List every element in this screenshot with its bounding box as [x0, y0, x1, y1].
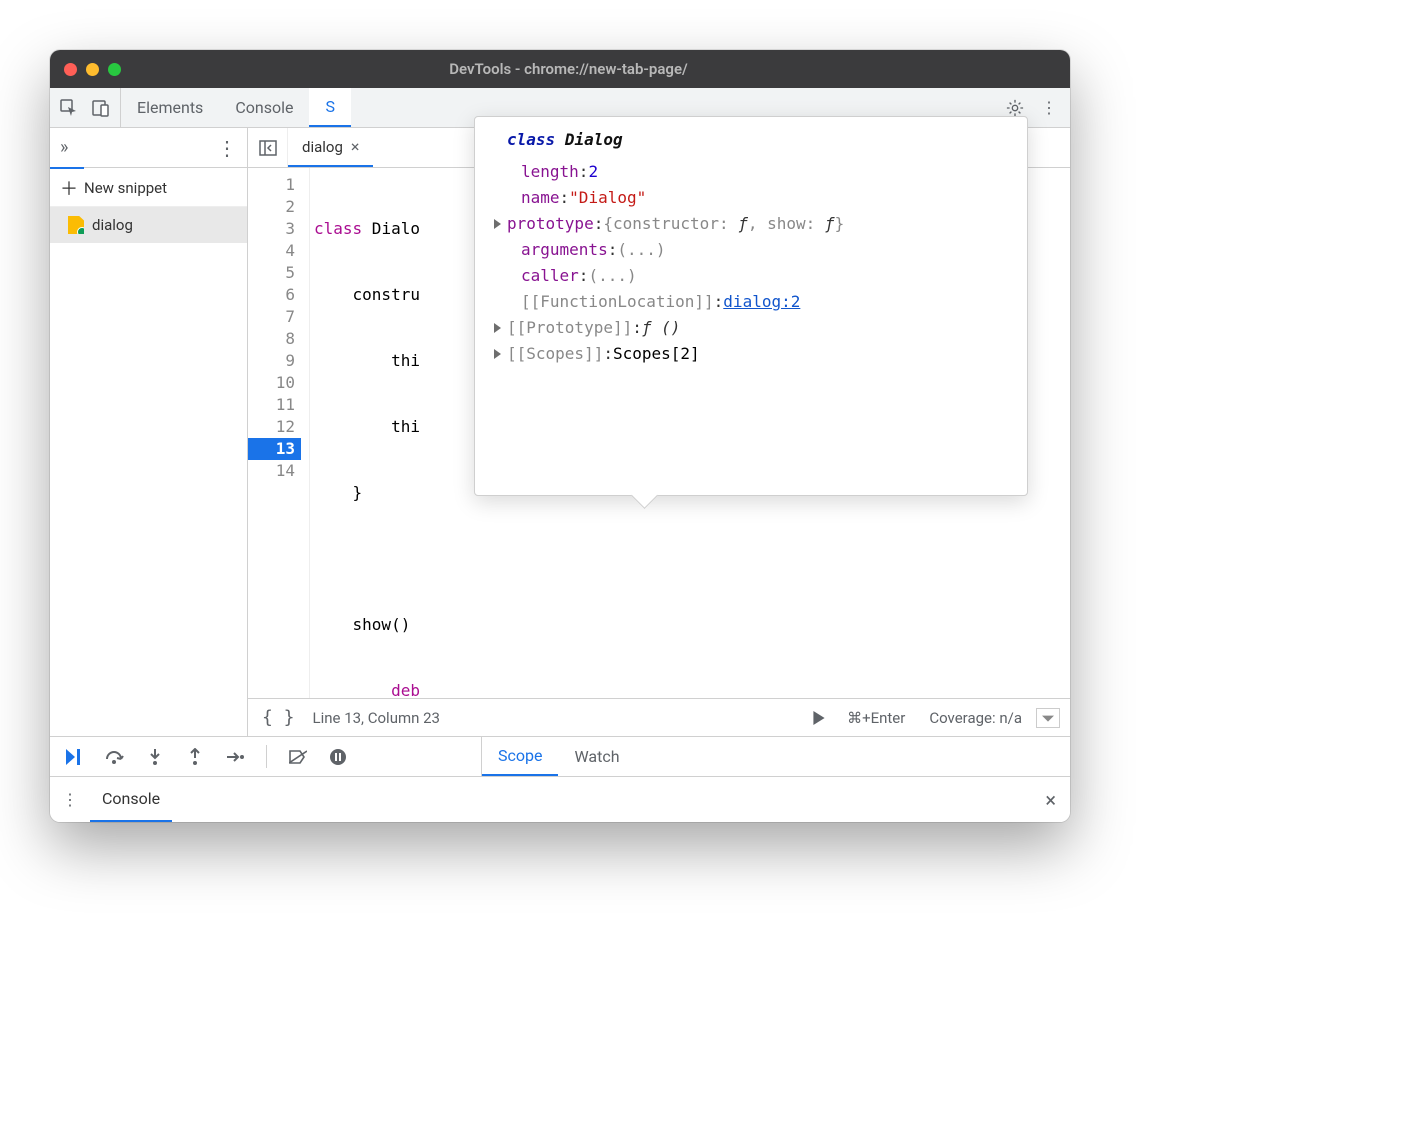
- new-snippet-label: New snippet: [84, 179, 167, 197]
- expand-icon[interactable]: [494, 349, 501, 359]
- step-out-icon[interactable]: [184, 746, 206, 768]
- step-into-icon[interactable]: [144, 746, 166, 768]
- drawer-menu-icon[interactable]: ⋮: [50, 777, 90, 822]
- resume-icon[interactable]: [64, 746, 86, 768]
- snippet-item-label: dialog: [92, 216, 133, 234]
- show-coverage-icon[interactable]: [1036, 708, 1060, 728]
- snippet-file-icon: [68, 216, 84, 234]
- line-gutter: 1234 5678 9101112 1314: [248, 168, 310, 698]
- tab-sources[interactable]: S: [309, 88, 351, 127]
- snippet-item-dialog[interactable]: dialog: [50, 207, 247, 243]
- tab-console[interactable]: Console: [219, 88, 309, 127]
- titlebar: DevTools - chrome://new-tab-page/: [50, 50, 1070, 88]
- popover-prop-scopes[interactable]: [[Scopes]]: Scopes[2]: [493, 341, 1011, 367]
- snippets-sidebar: » ⋮ ＋ New snippet dialog: [50, 128, 248, 736]
- function-location-link[interactable]: dialog:2: [723, 289, 800, 315]
- editor-tab-label: dialog: [302, 138, 343, 156]
- popover-prop-caller: caller: (...): [493, 263, 1011, 289]
- new-snippet-button[interactable]: ＋ New snippet: [50, 169, 247, 207]
- popover-class-keyword: class: [507, 130, 555, 149]
- plus-icon: ＋: [60, 175, 78, 201]
- more-icon[interactable]: ⋮: [1038, 97, 1060, 119]
- inspect-element-icon[interactable]: [58, 97, 80, 119]
- editor-status-bar: { } Line 13, Column 23 ⌘+Enter Coverage:…: [248, 698, 1070, 736]
- show-navigator-icon[interactable]: [248, 128, 288, 167]
- pause-on-exceptions-icon[interactable]: [327, 746, 349, 768]
- navigator-menu-icon[interactable]: ⋮: [217, 136, 237, 160]
- device-toolbar-icon[interactable]: [90, 97, 112, 119]
- debugger-row: Scope Watch: [50, 736, 1070, 776]
- popover-prop-name: name: "Dialog": [493, 185, 1011, 211]
- debugger-toolbar: [50, 737, 482, 776]
- minimize-window-button[interactable]: [86, 63, 99, 76]
- popover-prop-arguments: arguments: (...): [493, 237, 1011, 263]
- pretty-print-icon[interactable]: { }: [258, 707, 299, 728]
- tab-watch[interactable]: Watch: [558, 737, 635, 776]
- tab-elements[interactable]: Elements: [121, 88, 219, 127]
- expand-icon[interactable]: [494, 323, 501, 333]
- console-drawer: ⋮ Console ×: [50, 776, 1070, 822]
- close-drawer-icon[interactable]: ×: [1031, 777, 1070, 822]
- deactivate-breakpoints-icon[interactable]: [287, 746, 309, 768]
- tab-scope[interactable]: Scope: [482, 737, 558, 776]
- zoom-window-button[interactable]: [108, 63, 121, 76]
- popover-prop-prototype[interactable]: prototype: {constructor: ƒ, show: ƒ}: [493, 211, 1011, 237]
- expand-navigator-icon[interactable]: »: [60, 137, 68, 158]
- step-over-icon[interactable]: [104, 746, 126, 768]
- coverage-label: Coverage: n/a: [929, 709, 1022, 727]
- traffic-lights: [64, 63, 121, 76]
- popover-prop-prototype-internal[interactable]: [[Prototype]]: ƒ (): [493, 315, 1011, 341]
- run-snippet-icon[interactable]: [805, 711, 833, 725]
- devtools-window: DevTools - chrome://new-tab-page/ Elemen…: [50, 50, 1070, 822]
- close-tab-icon[interactable]: ×: [351, 137, 360, 156]
- expand-icon[interactable]: [494, 219, 501, 229]
- run-shortcut-label: ⌘+Enter: [847, 709, 905, 727]
- popover-prop-functionlocation: [[FunctionLocation]]: dialog:2: [493, 289, 1011, 315]
- cursor-position: Line 13, Column 23: [313, 709, 440, 727]
- object-preview-popover: class Dialog length: 2 name: "Dialog" pr…: [474, 116, 1028, 496]
- step-icon[interactable]: [224, 746, 246, 768]
- editor-tab-dialog[interactable]: dialog ×: [288, 128, 373, 167]
- window-title: DevTools - chrome://new-tab-page/: [141, 60, 1056, 78]
- popover-class-name: Dialog: [565, 130, 623, 149]
- popover-prop-length: length: 2: [493, 159, 1011, 185]
- drawer-tab-console[interactable]: Console: [90, 777, 172, 822]
- close-window-button[interactable]: [64, 63, 77, 76]
